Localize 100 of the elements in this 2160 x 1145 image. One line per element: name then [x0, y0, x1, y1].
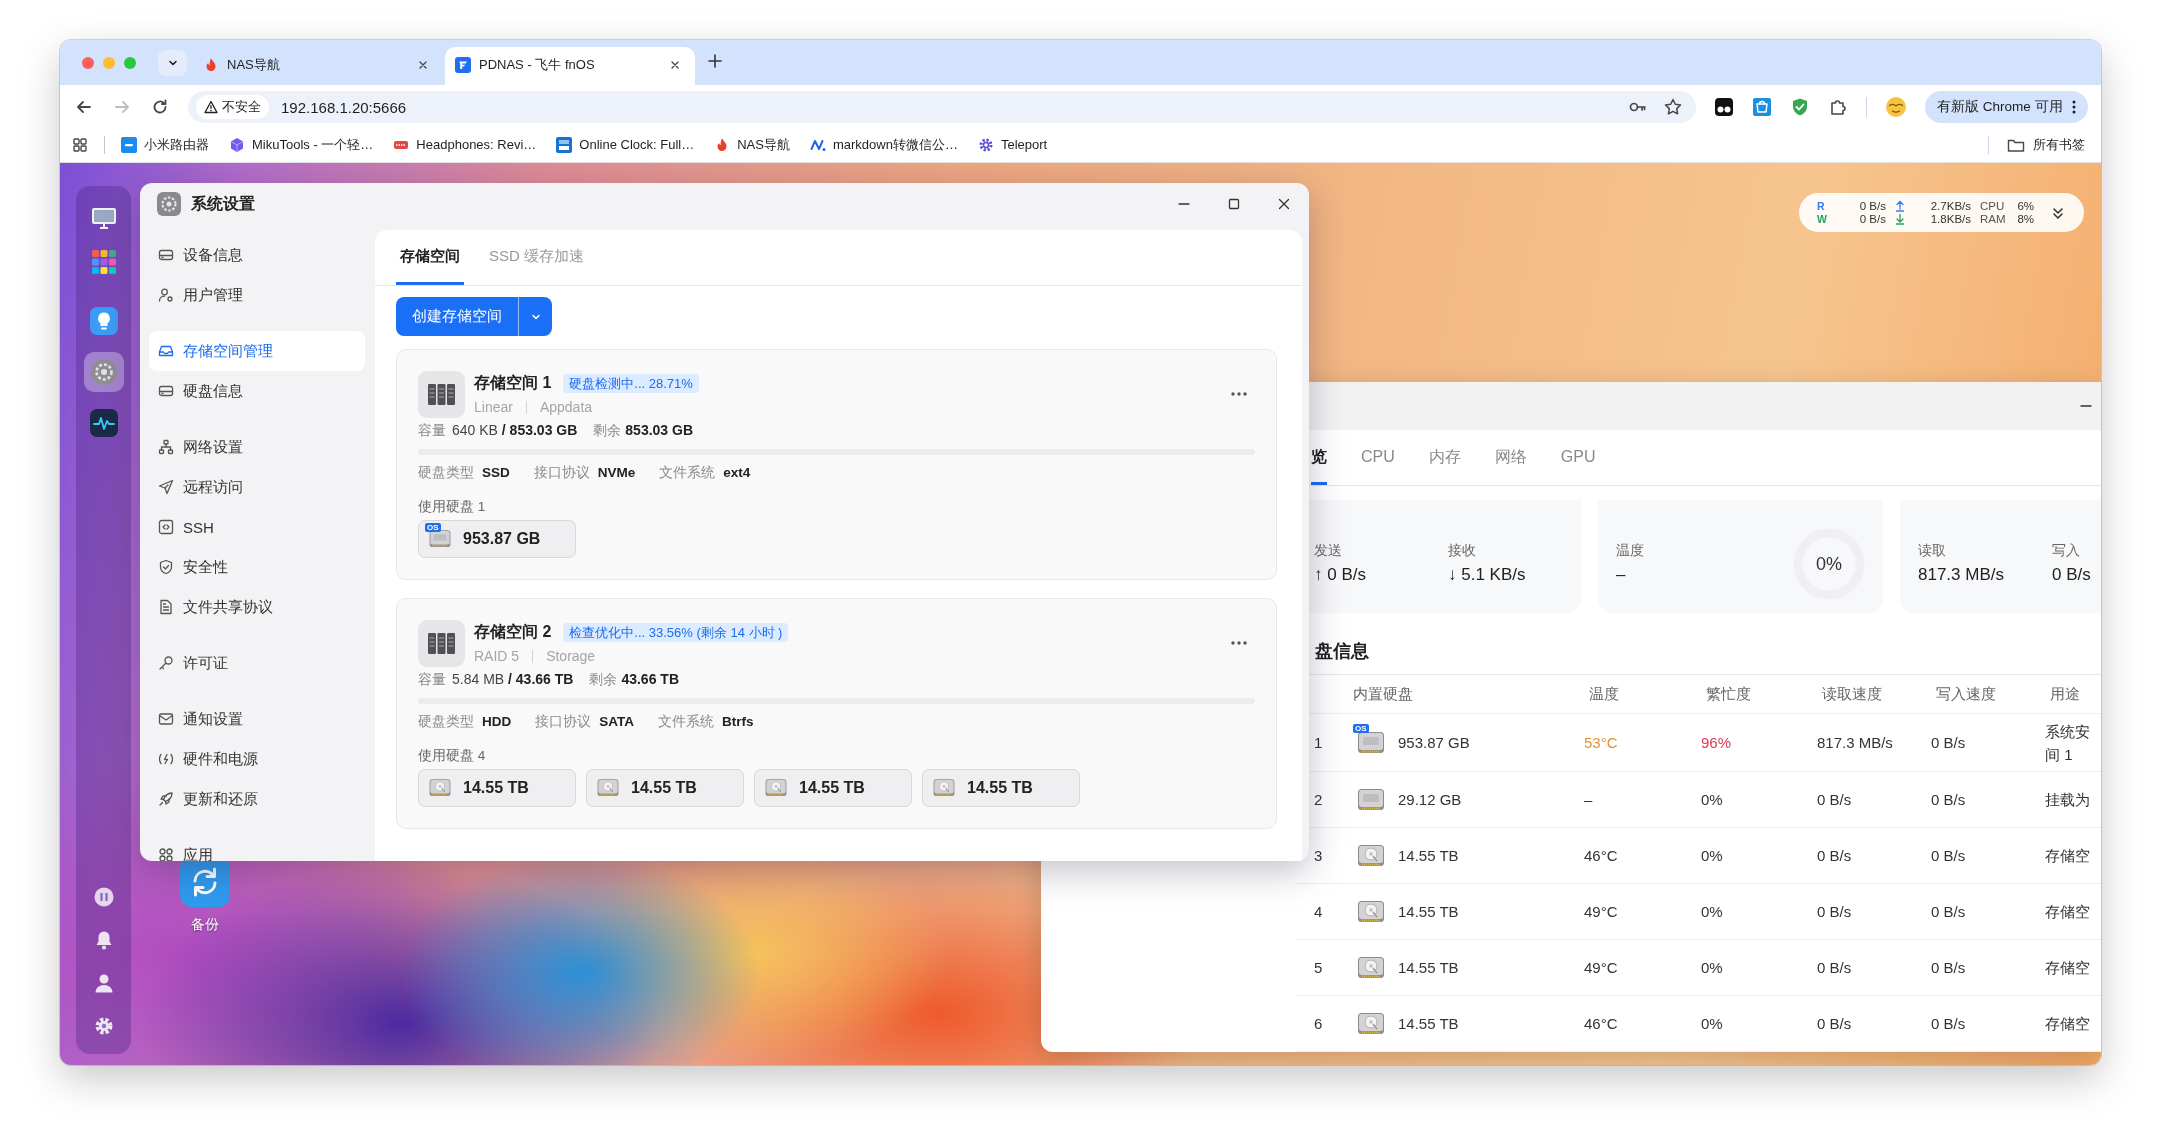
- column-header: 繁忙度: [1705, 684, 1752, 704]
- spec-value: SSD: [482, 464, 510, 482]
- address-bar[interactable]: 不安全 192.168.1.20:5666: [188, 91, 1696, 123]
- metric-percent: 8%: [2016, 212, 2034, 226]
- os-badge: OS: [1353, 723, 1369, 733]
- table-cell-text: 0 B/s: [1817, 847, 1853, 864]
- metric-label: RAM: [1979, 212, 2007, 226]
- download-icon: [1895, 213, 1905, 225]
- disk-chip[interactable]: 14.55 TB: [586, 769, 744, 807]
- gear-icon: [88, 357, 119, 387]
- table-cell-text: 3: [1313, 847, 1324, 864]
- raid-type: RAID 5: [474, 648, 520, 664]
- disk-chip[interactable]: 14.55 TB: [754, 769, 912, 807]
- sidebar-item[interactable]: 硬件和电源: [149, 739, 365, 779]
- plus-icon[interactable]: [707, 52, 723, 69]
- table-cell-text: 0%: [1701, 959, 1724, 976]
- pool-title: 存储空间 1: [474, 372, 552, 393]
- sidebar-item[interactable]: 设备信息: [149, 235, 365, 275]
- bookmark-link[interactable]: markdown转微信公…: [809, 135, 958, 154]
- table-cell: 14.55 TB: [1398, 959, 1459, 976]
- stat-label: 温度: [1616, 541, 1645, 559]
- tab[interactable]: 内存: [1428, 430, 1461, 485]
- all-bookmarks-button[interactable]: 所有书签: [1988, 135, 2085, 154]
- browser-tab[interactable]: NAS导航: [193, 47, 443, 85]
- sidebar-item[interactable]: 网络设置: [149, 427, 365, 467]
- table-cell: 953.87 GB: [1398, 734, 1470, 751]
- table-cell-text: 存储空: [2045, 902, 2091, 922]
- grid-icon: [158, 847, 174, 861]
- browser-tab[interactable]: PDNAS - 飞牛 fnOS: [445, 47, 695, 85]
- bookmark-link[interactable]: 小米路由器: [121, 135, 209, 154]
- disks-label: 使用硬盘 1: [418, 498, 487, 516]
- pause-icon[interactable]: [92, 886, 115, 908]
- shield-check-icon[interactable]: [1790, 97, 1810, 117]
- sidebar-item[interactable]: 远程访问: [149, 467, 365, 507]
- metric-label: CPU: [1979, 199, 2006, 213]
- network-rate: 1.8KB/s: [1929, 212, 1971, 226]
- smiley-icon[interactable]: [1885, 96, 1907, 118]
- bookmark-link[interactable]: NAS导航: [714, 135, 790, 154]
- sidebar-item[interactable]: 硬盘信息: [149, 371, 365, 411]
- sidebar-item[interactable]: SSH: [149, 507, 365, 547]
- capacity-label: 容量: [418, 421, 446, 439]
- sidebar-item[interactable]: 用户管理: [149, 275, 365, 315]
- sidebar-item[interactable]: 更新和还原: [149, 779, 365, 819]
- free-label: 剩余: [589, 670, 618, 688]
- table-cell-text: 0 B/s: [1931, 1015, 1967, 1032]
- puzzle-icon[interactable]: [1828, 97, 1848, 117]
- table-cell-text: 0%: [1701, 1015, 1724, 1032]
- bookmark-link[interactable]: Teleport: [977, 136, 1048, 153]
- update-button[interactable]: 有新版 Chrome 可用: [1925, 91, 2088, 123]
- sidebar-item[interactable]: 许可证: [149, 643, 365, 683]
- shield-icon: [158, 559, 174, 575]
- stat-value: ↑ 0 B/s: [1314, 564, 1367, 586]
- dots-tile-icon[interactable]: [1714, 97, 1734, 117]
- drive-icon: [158, 383, 174, 399]
- tray-icon: [158, 343, 174, 359]
- dropdown-button[interactable]: [518, 297, 552, 336]
- sidebar-item[interactable]: 应用: [149, 835, 365, 861]
- table-cell-text: 系统安 间 1: [2045, 721, 2091, 765]
- bookmark-link[interactable]: Online Clock: Full…: [556, 136, 695, 153]
- table-cell-text: 96%: [1701, 734, 1733, 751]
- table-cell-text: 0 B/s: [1931, 791, 1967, 808]
- spec-label: 硬盘类型: [418, 713, 474, 731]
- raid-type: Linear: [474, 399, 513, 415]
- table-cell-text: 6: [1313, 1015, 1324, 1032]
- capacity-value: 5.84 MB / 43.66 TB: [452, 670, 574, 688]
- disk-chip[interactable]: 14.55 TB: [922, 769, 1080, 807]
- spec-label: 文件系统: [658, 713, 714, 731]
- sidebar-item[interactable]: 通知设置: [149, 699, 365, 739]
- upload-icon: [1895, 200, 1905, 212]
- star-icon[interactable]: [1663, 97, 1683, 117]
- free-label: 剩余: [593, 421, 622, 439]
- table-cell-text: 5: [1313, 959, 1324, 976]
- double-chevron-icon[interactable]: [2051, 205, 2065, 220]
- shopping-bag-icon[interactable]: [1752, 97, 1772, 117]
- sidebar-item[interactable]: 存储空间管理: [149, 331, 365, 371]
- channel-label: W: [1817, 212, 1828, 226]
- code-icon: [158, 519, 174, 535]
- sidebar-item[interactable]: 安全性: [149, 547, 365, 587]
- sidebar-item[interactable]: 文件共享协议: [149, 587, 365, 627]
- table-cell-text: 46°C: [1584, 1015, 1619, 1032]
- bookmark-link[interactable]: MikuTools - 一个轻…: [229, 135, 374, 154]
- pool-name: Appdata: [539, 399, 593, 415]
- status-badge: 硬盘检测中... 28.71%: [563, 373, 699, 393]
- more-icon[interactable]: [1231, 392, 1247, 396]
- apps-icon[interactable]: [72, 136, 88, 153]
- user-icon: [158, 287, 174, 303]
- disk-chip[interactable]: OS 953.87 GB: [418, 520, 576, 558]
- spec-label: 接口协议: [533, 464, 590, 482]
- tab[interactable]: 存储空间: [396, 230, 464, 285]
- user-icon[interactable]: [92, 972, 115, 994]
- bookmark-link[interactable]: Headphones: Revi…: [393, 136, 537, 153]
- drive-icon: [158, 247, 174, 263]
- channel-label: R: [1817, 199, 1826, 213]
- security-chip[interactable]: 不安全: [196, 95, 269, 119]
- disk-chip[interactable]: 14.55 TB: [418, 769, 576, 807]
- network-rate: 2.7KB/s: [1929, 199, 1971, 213]
- dock-item[interactable]: [83, 352, 124, 392]
- tab[interactable]: 网络: [1494, 430, 1527, 485]
- create-pool-button[interactable]: 创建存储空间: [396, 297, 518, 336]
- more-icon[interactable]: [1231, 641, 1247, 645]
